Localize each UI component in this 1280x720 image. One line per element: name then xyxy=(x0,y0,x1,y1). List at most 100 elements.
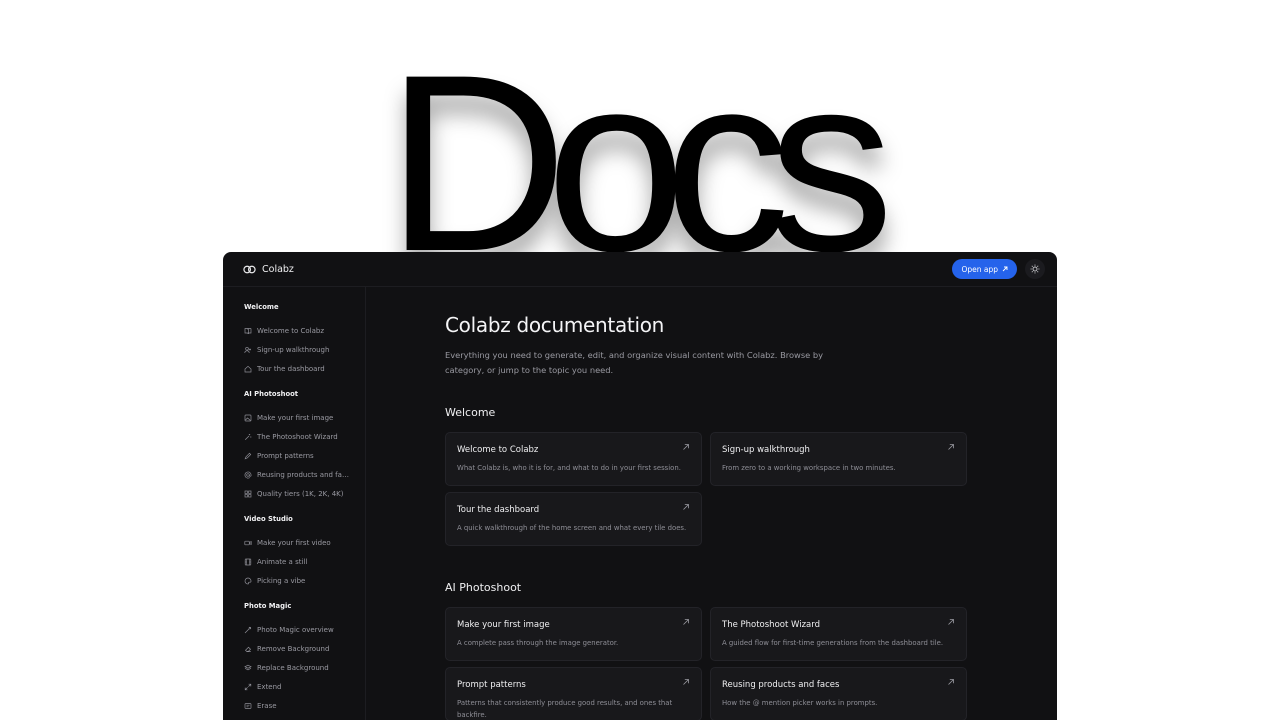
card-title: Welcome to Colabz xyxy=(457,445,539,455)
arrow-up-right-icon xyxy=(683,619,689,625)
sidebar-item-reusing-products-and-fac[interactable]: Reusing products and fac... xyxy=(244,465,365,484)
sidebar-item-label: Make your first image xyxy=(257,413,334,422)
sidebar-item-photo-magic-overview[interactable]: Photo Magic overview xyxy=(244,620,365,639)
sidebar-item-the-photoshoot-wizard[interactable]: The Photoshoot Wizard xyxy=(244,427,365,446)
doc-card[interactable]: Welcome to Colabz What Colabz is, who it … xyxy=(445,432,702,486)
card-title: Tour the dashboard xyxy=(457,505,540,515)
sidebar-item-remove-background[interactable]: Remove Background xyxy=(244,639,365,658)
open-app-label: Open app xyxy=(961,264,998,274)
doc-card[interactable]: Prompt patterns Patterns that consistentl… xyxy=(445,667,702,720)
sidebar-item-label: Welcome to Colabz xyxy=(257,326,325,335)
sidebar-item-label: Photo Magic overview xyxy=(257,625,334,634)
grid-icon xyxy=(244,490,252,497)
card-title: Sign-up walkthrough xyxy=(722,445,810,455)
card-description: A complete pass through the image genera… xyxy=(457,639,619,647)
sidebar-item-tour-the-dashboard[interactable]: Tour the dashboard xyxy=(244,359,365,378)
theme-toggle-button[interactable] xyxy=(1025,259,1045,279)
doc-card[interactable]: The Photoshoot Wizard A guided flow for f… xyxy=(710,607,967,661)
sidebar-item-prompt-patterns[interactable]: Prompt patterns xyxy=(244,446,365,465)
image-icon xyxy=(244,414,252,421)
card-description: A guided flow for first-time generations… xyxy=(722,639,944,647)
sidebar-item-erase[interactable]: Erase xyxy=(244,696,365,715)
card-description: How the @ mention picker works in prompt… xyxy=(722,699,878,707)
sidebar: Welcome Welcome to Colabz Sign-up walkthro… xyxy=(223,287,366,720)
sidebar-item-label: Make your first video xyxy=(257,538,331,547)
sidebar-group-title: AI Photoshoot xyxy=(244,390,299,398)
section-title: Welcome xyxy=(445,406,496,419)
sidebar-group-title: Welcome xyxy=(244,303,279,311)
doc-card[interactable]: Sign-up walkthrough From zero to a workin… xyxy=(710,432,967,486)
sidebar-item-sign-up-walkthrough[interactable]: Sign-up walkthrough xyxy=(244,340,365,359)
brand-name: Colabz xyxy=(262,263,294,275)
card-title: Reusing products and faces xyxy=(722,680,840,690)
main-content: Colabz documentation Everything you need… xyxy=(366,287,1057,720)
arrow-up-right-icon xyxy=(948,679,954,685)
sidebar-group: Video Studio Make your first video Animate… xyxy=(244,515,365,590)
eraser-icon xyxy=(245,646,251,652)
card-title: The Photoshoot Wizard xyxy=(722,620,820,630)
arrow-up-right-icon xyxy=(1002,266,1008,272)
sidebar-item-animate-a-still[interactable]: Animate a still xyxy=(244,552,365,571)
section-title: AI Photoshoot xyxy=(445,581,522,594)
sidebar-item-label: Extend xyxy=(257,682,282,691)
layers-icon xyxy=(244,664,252,670)
sidebar-item-make-your-first-image[interactable]: Make your first image xyxy=(244,408,365,427)
sidebar-item-label: Tour the dashboard xyxy=(257,364,325,373)
page-description: Everything you need to generate, edit, a… xyxy=(445,350,824,375)
film-icon xyxy=(244,558,252,565)
sidebar-item-label: Sign-up walkthrough xyxy=(257,345,330,354)
arrow-up-right-icon xyxy=(948,619,954,625)
sidebar-item-make-your-first-video[interactable]: Make your first video xyxy=(244,533,365,552)
user-plus-icon xyxy=(244,346,251,353)
card-description: What Colabz is, who it is for, and what … xyxy=(457,464,681,472)
card-description: A quick walkthrough of the home screen a… xyxy=(457,524,687,532)
card-description: From zero to a working workspace in two … xyxy=(722,464,896,472)
sidebar-item-label: Quality tiers (1K, 2K, 4K) xyxy=(257,489,344,498)
sun-icon xyxy=(1030,264,1040,274)
doc-card[interactable]: Reusing products and faces How the @ ment… xyxy=(710,667,967,720)
at-icon xyxy=(244,471,252,478)
open-app-button[interactable]: Open app xyxy=(952,259,1017,279)
sidebar-item-label: Erase xyxy=(257,701,277,710)
sidebar-group-title: Photo Magic xyxy=(244,602,292,610)
magic-icon xyxy=(244,626,252,633)
sidebar-item-label: Animate a still xyxy=(257,557,308,566)
arrow-up-right-icon xyxy=(683,679,689,685)
sidebar-item-label: Reusing products and fac... xyxy=(257,470,349,479)
wand-icon xyxy=(244,433,252,440)
sidebar-group: Photo Magic Photo Magic overview Remove Ba… xyxy=(244,602,365,720)
top-bar: Colabz Open app xyxy=(223,252,1057,287)
doc-card[interactable]: Tour the dashboard A quick walkthrough of… xyxy=(445,492,702,546)
arrow-up-right-icon xyxy=(683,444,689,450)
palette-icon xyxy=(244,577,252,584)
arrow-up-right-icon xyxy=(683,504,689,510)
sidebar-item-upscale-a-photo[interactable]: Upscale a photo xyxy=(244,715,365,720)
card-title: Make your first image xyxy=(457,620,550,630)
sidebar-group: AI Photoshoot Make your first image The Ph… xyxy=(244,390,365,503)
pen-icon xyxy=(244,452,252,459)
sidebar-item-label: Replace Background xyxy=(257,663,329,672)
sidebar-item-extend[interactable]: Extend xyxy=(244,677,365,696)
expand-icon xyxy=(244,683,252,690)
sidebar-item-quality-tiers-1k-2k-4k[interactable]: Quality tiers (1K, 2K, 4K) xyxy=(244,484,365,503)
card-title: Prompt patterns xyxy=(457,680,526,690)
card-description: Patterns that consistently produce good … xyxy=(457,699,673,719)
sidebar-group: Welcome Welcome to Colabz Sign-up walkthro… xyxy=(244,303,365,378)
sidebar-item-label: Picking a vibe xyxy=(257,576,306,585)
video-icon xyxy=(244,540,252,545)
book-icon xyxy=(244,327,252,334)
doc-card[interactable]: Make your first image A complete pass thr… xyxy=(445,607,702,661)
sidebar-item-replace-background[interactable]: Replace Background xyxy=(244,658,365,677)
erase-icon xyxy=(244,702,252,709)
brand[interactable]: Colabz xyxy=(243,264,294,275)
docs-window: Colabz Open app Welcome Welcome to Colabz… xyxy=(223,252,1057,720)
home-icon xyxy=(244,365,252,372)
sidebar-item-picking-a-vibe[interactable]: Picking a vibe xyxy=(244,571,365,590)
sidebar-item-label: Prompt patterns xyxy=(257,451,314,460)
page-title: Colabz documentation xyxy=(445,313,665,337)
colabz-logo-icon xyxy=(243,265,256,273)
arrow-up-right-icon xyxy=(948,444,954,450)
sidebar-item-welcome-to-colabz[interactable]: Welcome to Colabz xyxy=(244,321,365,340)
sidebar-item-label: Remove Background xyxy=(257,644,330,653)
sidebar-item-label: The Photoshoot Wizard xyxy=(257,432,338,441)
